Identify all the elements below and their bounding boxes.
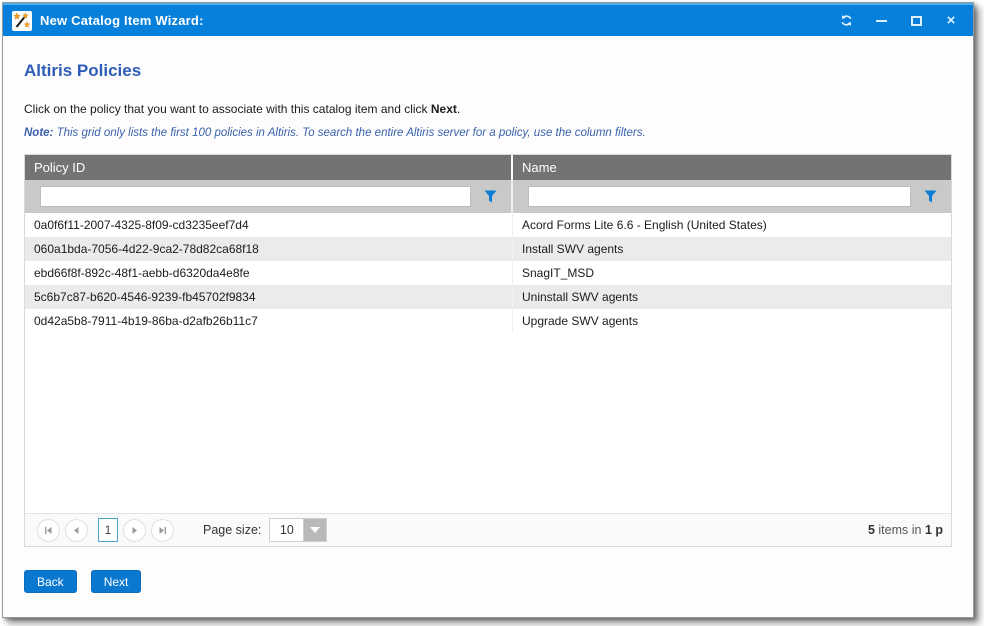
instruction-text: Click on the policy that you want to ass… [24, 102, 952, 116]
wizard-footer: Back Next [24, 570, 952, 593]
cell-policy-id: 0a0f6f11-2007-4325-8f09-cd3235eef7d4 [25, 213, 513, 237]
name-filter-funnel-icon[interactable] [924, 190, 937, 203]
current-page-indicator[interactable]: 1 [98, 518, 118, 542]
page-title: Altiris Policies [24, 61, 952, 81]
cell-name: Acord Forms Lite 6.6 - English (United S… [513, 213, 951, 237]
instruction-suffix: . [457, 102, 460, 116]
note-text: Note: This grid only lists the first 100… [24, 127, 952, 139]
grid-header-row: Policy ID Name [25, 155, 951, 180]
note-body: This grid only lists the first 100 polic… [53, 127, 645, 139]
cell-name: Uninstall SWV agents [513, 285, 951, 309]
cell-policy-id: 0d42a5b8-7911-4b19-86ba-d2afb26b11c7 [25, 309, 513, 333]
policy-id-filter-funnel-icon[interactable] [484, 190, 497, 203]
column-header-policy-id[interactable]: Policy ID [25, 155, 513, 180]
table-row[interactable]: 0d42a5b8-7911-4b19-86ba-d2afb26b11c7 Upg… [25, 309, 951, 333]
page-size-dropdown[interactable]: 10 [269, 518, 327, 542]
grid-body: 0a0f6f11-2007-4325-8f09-cd3235eef7d4 Aco… [25, 213, 951, 513]
cell-name: Upgrade SWV agents [513, 309, 951, 333]
instruction-next-keyword: Next [431, 102, 457, 116]
pages-count: 1 p [925, 523, 943, 537]
table-row[interactable]: 5c6b7c87-b620-4546-9239-fb45702f9834 Uni… [25, 285, 951, 309]
window-title: New Catalog Item Wizard: [40, 13, 204, 28]
table-row[interactable]: ebd66f8f-892c-48f1-aebb-d6320da4e8fe Sna… [25, 261, 951, 285]
maximize-icon[interactable] [908, 13, 924, 29]
close-icon[interactable]: × [943, 13, 959, 29]
items-count: 5 [868, 523, 875, 537]
grid-filter-row [25, 180, 951, 213]
note-label: Note: [24, 127, 53, 139]
name-filter-cell [513, 180, 951, 213]
first-page-button[interactable] [37, 519, 60, 542]
cell-policy-id: ebd66f8f-892c-48f1-aebb-d6320da4e8fe [25, 261, 513, 285]
next-page-button[interactable] [123, 519, 146, 542]
wizard-content: Altiris Policies Click on the policy tha… [3, 36, 973, 617]
cell-name: SnagIT_MSD [513, 261, 951, 285]
window-controls: × [838, 13, 959, 29]
wizard-app-icon [12, 11, 32, 31]
refresh-icon[interactable] [838, 13, 854, 29]
cell-name: Install SWV agents [513, 237, 951, 261]
wizard-window: New Catalog Item Wizard: × Altiris Polic… [2, 2, 974, 618]
minimize-icon[interactable] [873, 13, 889, 29]
previous-page-button[interactable] [65, 519, 88, 542]
titlebar: New Catalog Item Wizard: × [3, 3, 973, 36]
items-summary-mid: items in [875, 523, 925, 537]
policy-id-filter-input[interactable] [40, 186, 471, 207]
page-size-label: Page size: [203, 523, 261, 537]
page-size-value: 10 [270, 519, 304, 541]
table-row[interactable]: 060a1bda-7056-4d22-9ca2-78d82ca68f18 Ins… [25, 237, 951, 261]
policies-grid: Policy ID Name [24, 154, 952, 547]
policy-id-filter-cell [25, 180, 513, 213]
instruction-prefix: Click on the policy that you want to ass… [24, 102, 431, 116]
cell-policy-id: 060a1bda-7056-4d22-9ca2-78d82ca68f18 [25, 237, 513, 261]
next-button[interactable]: Next [91, 570, 142, 593]
grid-pager: 1 Page size: 10 5 items in [25, 513, 951, 546]
column-header-name[interactable]: Name [513, 155, 951, 180]
table-row[interactable]: 0a0f6f11-2007-4325-8f09-cd3235eef7d4 Aco… [25, 213, 951, 237]
chevron-down-icon[interactable] [304, 519, 326, 541]
last-page-button[interactable] [151, 519, 174, 542]
items-summary: 5 items in 1 p [868, 523, 943, 537]
cell-policy-id: 5c6b7c87-b620-4546-9239-fb45702f9834 [25, 285, 513, 309]
back-button[interactable]: Back [24, 570, 77, 593]
name-filter-input[interactable] [528, 186, 911, 207]
